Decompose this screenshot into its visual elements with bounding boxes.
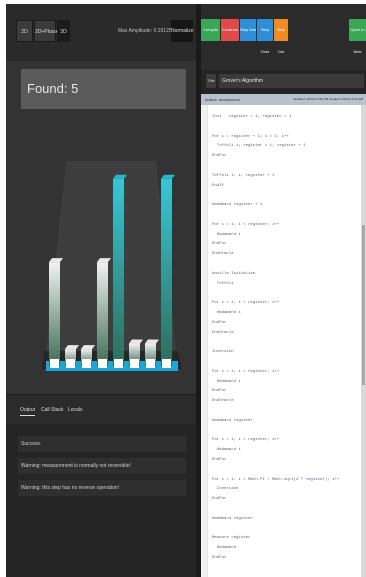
state-base-block [162,359,171,368]
amplitude-bar-top [161,174,175,179]
code-line[interactable]: EndFor [212,497,226,501]
line-gutter [201,105,208,577]
code-scrollbar[interactable] [361,105,366,577]
title-row: Title Grover's Algorithm [201,70,366,94]
code-line[interactable]: Hadamard i [212,380,241,384]
code-line[interactable]: For i = 1; i < register; i++ [212,223,279,227]
found-count-label: Found: 5 [21,69,186,109]
author-label: Author: anonymous [205,97,240,102]
scrollbar-thumb[interactable] [362,225,365,385]
max-amplitude-label: Max Amplitude: 0.291258 [118,28,175,34]
code-line[interactable]: Toffoli i; i; register + 1 [212,174,274,178]
code-line[interactable]: Inversion [212,487,239,491]
view-2d-button[interactable]: 2D [16,20,33,42]
state-base-block [114,359,123,368]
normalize-button[interactable]: Normalize [171,20,194,42]
code-line[interactable]: Hadamard i [212,311,241,315]
code-line[interactable]: Hadamard register + 1 [212,203,262,207]
bottom-tab-bar: Output Call Stack Locals [6,394,196,424]
state-base-block [66,359,75,368]
code-line[interactable]: Init register = 1; register = 1 [212,115,291,119]
metadata-bar: Author: anonymous Modified: 4/27/14 4:30… [201,94,366,105]
continue-button[interactable]: Continue [221,19,239,41]
step-into-button[interactable]: Step Into [240,19,256,41]
amplitude-bar [113,178,124,366]
state-visualization-pane: Found: 5 [6,61,196,394]
state-base-block [146,359,155,368]
output-message: Warning: measurement is normally not rev… [18,458,186,474]
code-line[interactable]: EndFor [212,242,226,246]
code-line[interactable]: Toffoli [212,282,234,286]
code-line[interactable]: For i = 1; i < register; i++ [212,438,279,442]
code-line[interactable]: Hadamard register [212,419,253,423]
code-line[interactable]: For i = register + 1; i < 1; i++ [212,135,289,139]
code-line[interactable]: EndFor [212,556,226,560]
code-line[interactable]: Toffoli i; register = i; register + 1 [212,144,306,148]
view-3d-button[interactable]: 3D [57,20,70,42]
code-line[interactable]: Hadamard register [212,517,253,521]
tab-call-stack[interactable]: Call Stack [41,407,64,413]
code-line[interactable]: EndOracle [212,399,234,403]
output-message: Warning: this step has no reverse operat… [18,480,186,496]
code-line[interactable]: EndIf [212,184,224,188]
step-over-button[interactable]: Step Over [257,19,273,54]
title-tag: Title [206,74,216,88]
code-line[interactable]: Ancilla Initialize [212,272,255,276]
output-panel: Success. Warning: measurement is normall… [6,424,196,577]
code-line[interactable]: Hadamard i [212,233,241,237]
code-line[interactable]: EndOracle [212,252,234,256]
code-line[interactable]: Inversion [212,350,234,354]
code-line[interactable]: EndFor [212,458,226,462]
amplitude-bar [161,178,172,366]
code-line[interactable]: Measure register [212,536,250,540]
chart-back-panel [46,161,176,351]
code-line[interactable]: For i = 1; i < Math.PI / Math.sqrt(2 ^ r… [212,478,339,482]
state-base-block [98,359,107,368]
state-base-block [82,359,91,368]
code-line[interactable]: For i = 1; i < register; i++ [212,370,279,374]
state-base-block [50,359,59,368]
code-line[interactable]: EndOracle [212,331,234,335]
dates-label: Modified: 4/27/14 4:30 PM Created: 3/11/… [293,97,363,101]
code-line[interactable]: EndFor [212,389,226,393]
app-window: 2D 2D+Phase 3D Max Amplitude: 0.291258 N… [6,4,366,577]
code-line[interactable]: For i = 1; i < register; i++ [212,301,279,305]
state-base-block [130,359,139,368]
output-message: Success. [18,436,186,452]
code-line[interactable]: EndFor [212,321,226,325]
amplitude-bar [97,262,108,366]
code-line[interactable]: Hadamard i [212,448,241,452]
step-out-button[interactable]: Step Out [274,19,288,54]
amplitude-bar [49,262,60,366]
title-input[interactable]: Grover's Algorithm [219,74,364,88]
code-line[interactable]: Hadamard [212,546,236,550]
view-toolbar: 2D 2D+Phase 3D Max Amplitude: 0.291258 N… [6,4,196,61]
compile-button[interactable]: Compile [201,19,220,41]
tab-output[interactable]: Output [20,407,36,416]
code-line[interactable]: EndFor [212,154,226,158]
open-in-new-button[interactable]: Open In New [349,19,366,54]
tab-locals[interactable]: Locals [68,407,82,413]
amplitude-3d-chart[interactable] [6,121,196,381]
view-2d-phase-button[interactable]: 2D+Phase [34,20,59,42]
code-editor[interactable]: Init register = 1; register = 1 For i = r… [201,105,361,577]
